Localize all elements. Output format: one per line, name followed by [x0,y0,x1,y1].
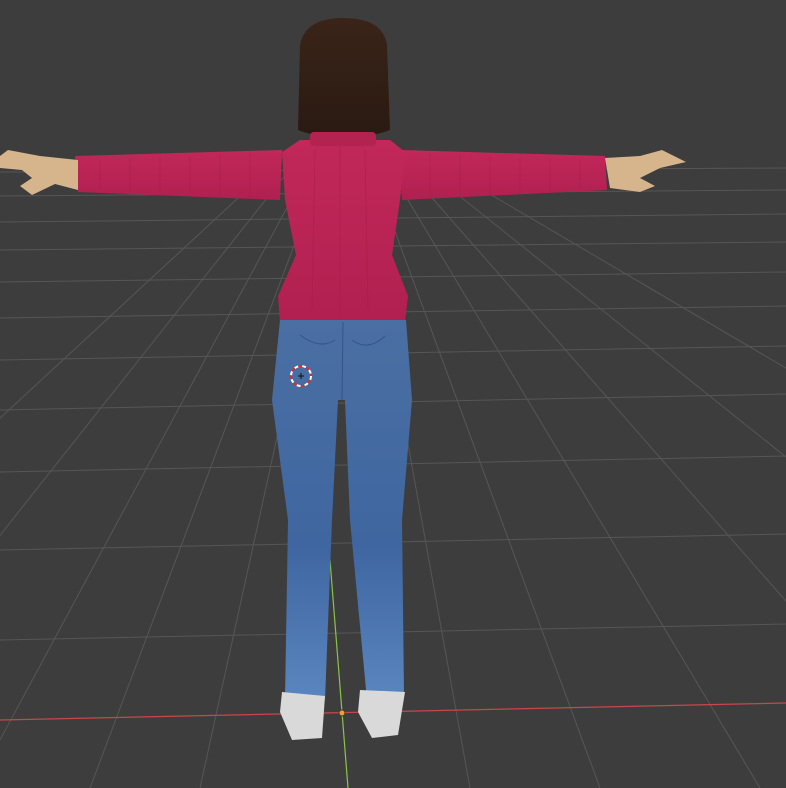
3d-viewport[interactable] [0,0,786,788]
viewport-scene [0,18,786,788]
left-arm [75,150,282,200]
left-shoe [280,692,325,740]
y-axis-line [329,559,349,788]
torso [278,140,408,322]
right-arm [400,150,607,200]
right-shoe [358,690,405,738]
left-hand [0,150,78,195]
right-hand [605,150,686,192]
origin-point-icon [338,709,346,717]
hair [298,18,390,137]
character-model[interactable] [0,18,686,740]
collar [310,132,376,146]
